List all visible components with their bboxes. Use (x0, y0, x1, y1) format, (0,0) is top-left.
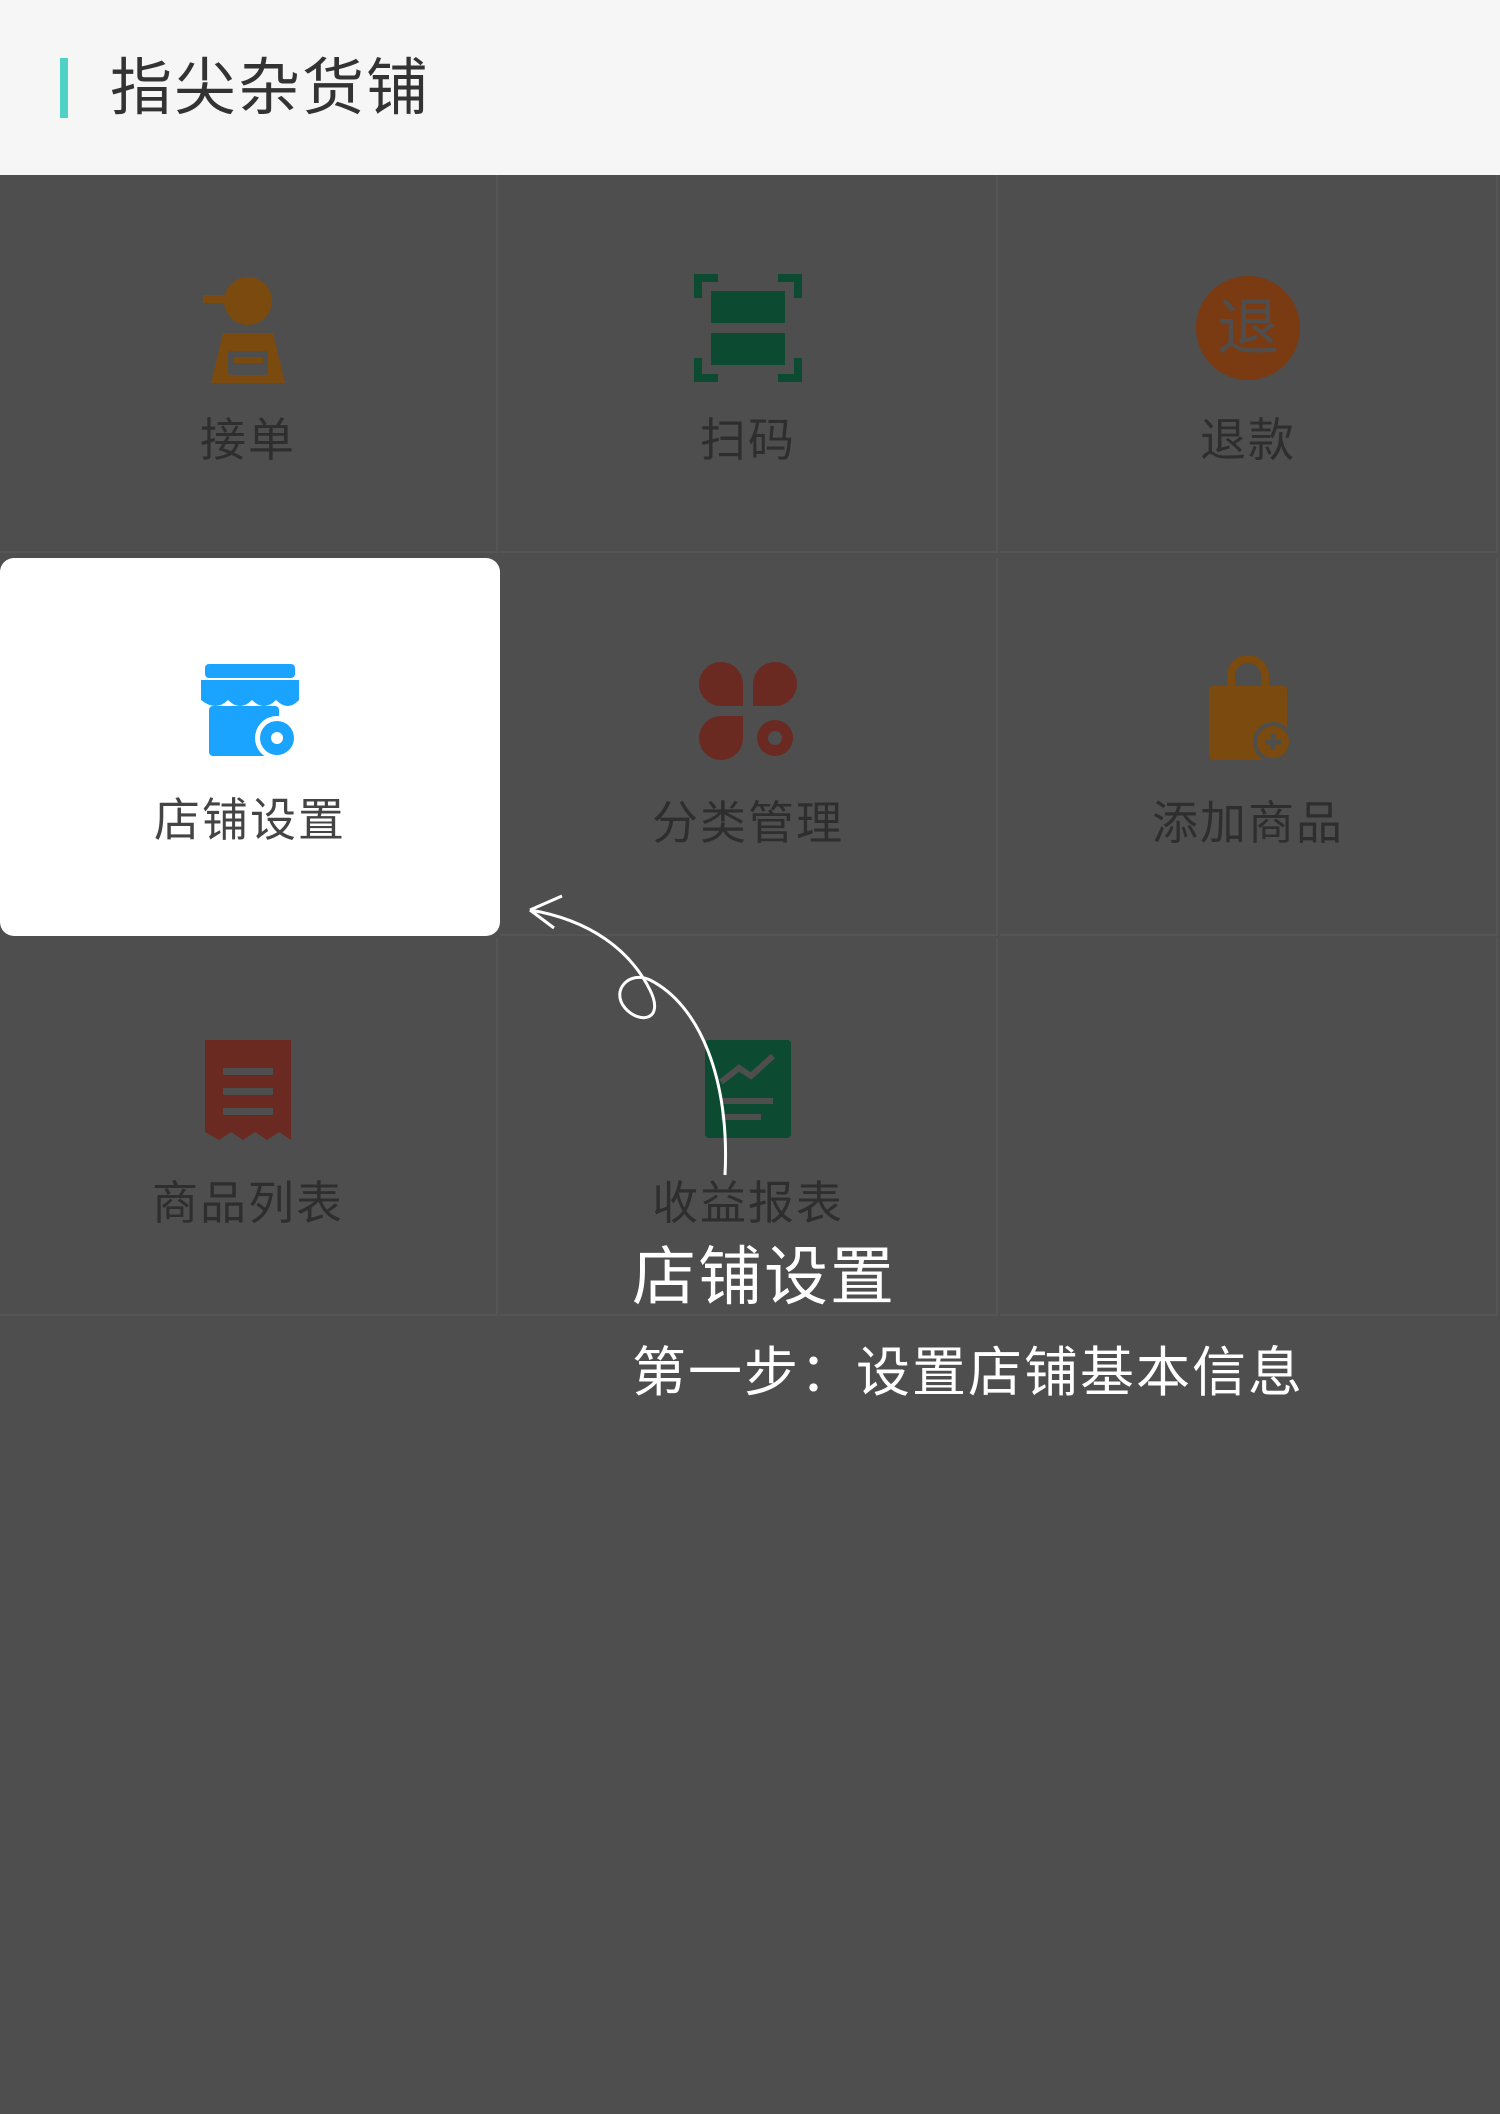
menu-item-label: 接单 (200, 413, 296, 467)
refund-icon: 退 (1196, 276, 1300, 380)
add-product-icon (1209, 656, 1293, 762)
menu-item-refund[interactable]: 退 退款 (1000, 175, 1498, 553)
header-accent-bar (60, 58, 68, 118)
menu-item-label: 扫码 (700, 413, 796, 467)
menu-item-label: 分类管理 (652, 796, 844, 850)
category-icon (699, 662, 797, 760)
refund-glyph: 退 (1217, 291, 1279, 364)
menu-item-label: 店铺设置 (154, 793, 346, 847)
app-header: 指尖杂货铺 (0, 0, 1500, 175)
menu-item-category[interactable]: 分类管理 (500, 558, 998, 936)
scan-icon (694, 274, 802, 382)
guide-description: 第一步：设置店铺基本信息 (632, 1341, 1304, 1404)
order-person-icon (203, 277, 285, 383)
menu-item-order[interactable]: 接单 (0, 175, 498, 553)
guide-title: 店铺设置 (632, 1241, 896, 1315)
menu-item-product-list[interactable]: 商品列表 (0, 938, 498, 1316)
product-list-icon (205, 1040, 291, 1140)
menu-item-label: 退款 (1200, 413, 1296, 467)
menu-item-scan[interactable]: 扫码 (500, 175, 998, 553)
menu-item-store-settings[interactable]: 店铺设置 (0, 558, 500, 936)
menu-item-label: 商品列表 (152, 1176, 344, 1230)
guide-arrow-icon (529, 894, 728, 1176)
store-settings-icon (201, 664, 299, 760)
menu-item-label: 添加商品 (1152, 796, 1344, 850)
page-title: 指尖杂货铺 (110, 51, 431, 124)
menu-item-empty (1000, 938, 1498, 1316)
menu-item-add-product[interactable]: 添加商品 (1000, 558, 1498, 936)
